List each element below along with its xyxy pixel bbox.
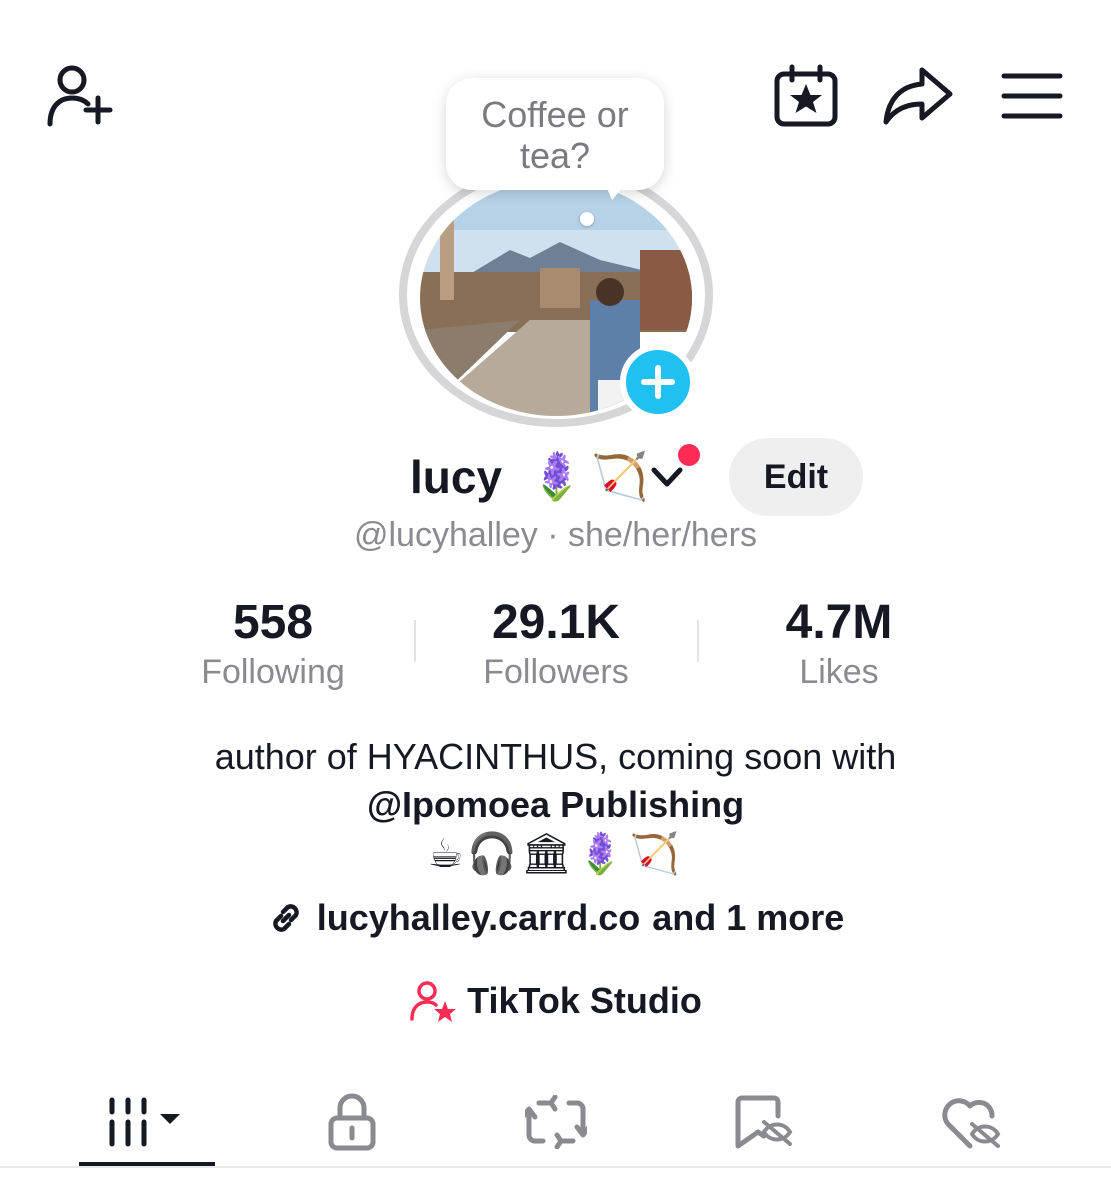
stat-following[interactable]: 558 Following <box>153 594 393 692</box>
stat-divider <box>697 620 699 662</box>
bio-emoji-line: ☕🎧🏛🪻🏹 <box>427 832 684 876</box>
note-bubble-tail <box>606 186 624 200</box>
liked-hidden-icon <box>942 1098 1001 1149</box>
tab-liked[interactable] <box>922 1078 1022 1166</box>
chevron-down-icon[interactable] <box>650 460 684 494</box>
link-more[interactable]: and 1 more <box>652 897 844 939</box>
tiktok-studio-link[interactable]: TikTok Studio <box>0 976 1111 1026</box>
tab-reposts[interactable] <box>508 1078 604 1166</box>
saved-hidden-icon <box>735 1095 793 1149</box>
share-icon[interactable] <box>882 64 954 128</box>
bio-line: author of HYACINTHUS, coming soon with <box>214 736 897 777</box>
tab-bar-divider <box>0 1166 1111 1168</box>
stat-followers[interactable]: 29.1K Followers <box>436 594 676 692</box>
bio-mention-link[interactable]: @Ipomoea Publishing <box>0 784 1111 826</box>
tab-favorites[interactable] <box>716 1078 812 1166</box>
edit-profile-button[interactable]: Edit <box>729 438 863 516</box>
stat-label: Followers <box>483 653 629 691</box>
add-friend-icon[interactable] <box>44 64 114 128</box>
tab-videos[interactable] <box>79 1078 215 1166</box>
repost-icon <box>525 1095 587 1149</box>
creator-star-icon <box>410 981 457 1022</box>
profile-links[interactable]: lucyhalley.carrd.co and 1 more <box>0 894 1111 942</box>
pronoun-separator: · <box>537 516 569 554</box>
stat-value: 29.1K <box>491 596 621 649</box>
pronouns: she/her/hers <box>568 516 758 554</box>
stat-value: 4.7M <box>785 596 893 649</box>
add-story-button[interactable] <box>620 344 696 420</box>
lock-icon <box>328 1093 376 1151</box>
stat-value: 558 <box>232 596 314 649</box>
display-name: lucy <box>410 451 503 503</box>
note-line-2: tea? <box>519 135 591 176</box>
note-bubble-dot <box>580 212 594 226</box>
username-handle: @lucyhalley <box>353 516 538 554</box>
tab-private[interactable] <box>300 1078 404 1166</box>
notification-dot <box>678 444 700 466</box>
stat-likes[interactable]: 4.7M Likes <box>719 594 959 692</box>
name-emoji: 🪻🏹 <box>528 450 655 502</box>
note-bubble[interactable]: Coffee or tea? <box>446 78 664 190</box>
handle-line: @lucyhalley · she/her/hers <box>0 516 1111 555</box>
stat-label: Following <box>201 653 345 691</box>
calendar-star-icon[interactable] <box>772 64 840 128</box>
note-line-1: Coffee or <box>481 94 629 135</box>
link-icon <box>272 904 299 932</box>
stat-label: Likes <box>799 653 879 691</box>
menu-icon[interactable] <box>1000 70 1064 122</box>
studio-label: TikTok Studio <box>467 980 702 1021</box>
videos-grid-icon <box>109 1097 180 1147</box>
link-url[interactable]: lucyhalley.carrd.co <box>317 897 641 939</box>
stat-divider <box>414 620 416 662</box>
plus-icon <box>641 365 675 399</box>
